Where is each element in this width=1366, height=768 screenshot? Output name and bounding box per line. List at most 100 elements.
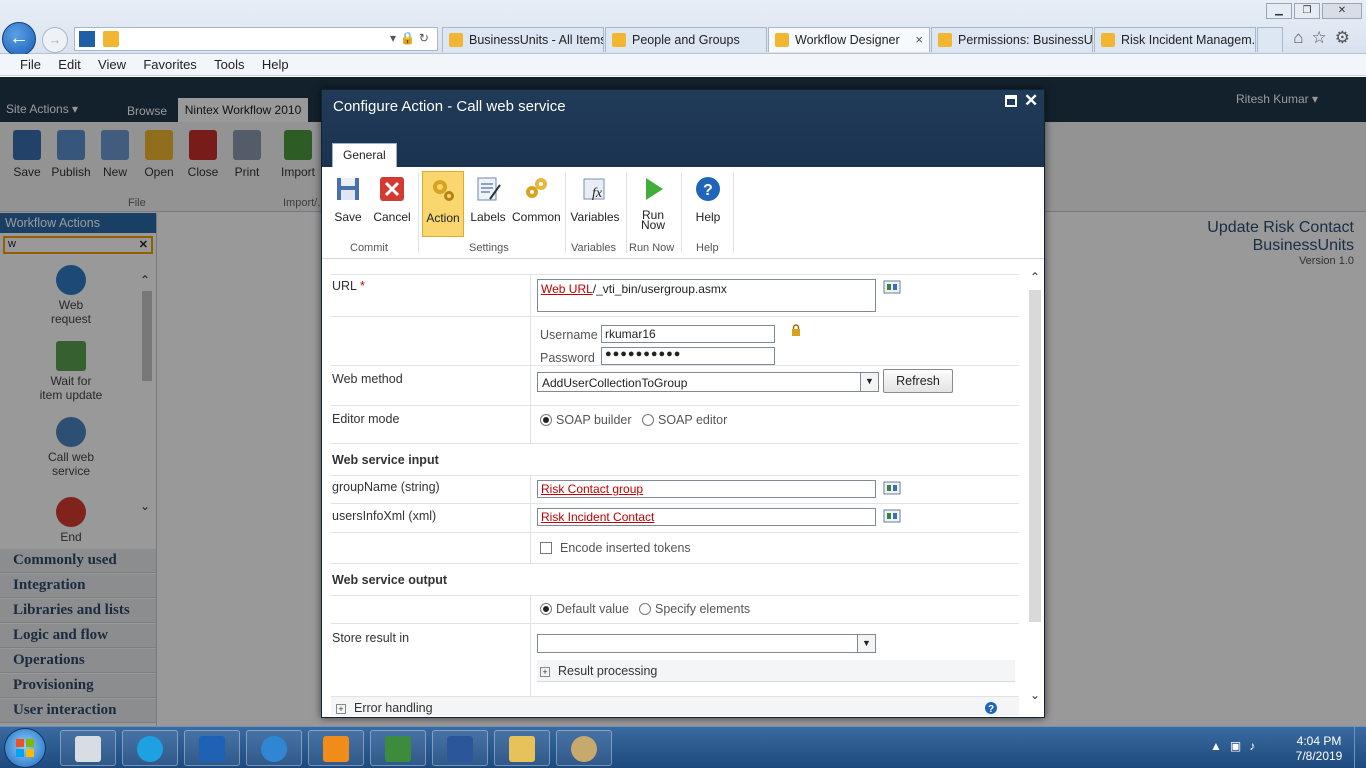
dialog-action-button[interactable]: Action [422, 171, 464, 237]
taskbar-paint[interactable] [556, 730, 612, 766]
scroll-down-icon[interactable]: ⌄ [1028, 688, 1042, 702]
volume-icon[interactable]: ♪ [1249, 739, 1263, 753]
browser-tab-people-and-groups[interactable]: People and Groups [605, 27, 767, 52]
expand-plus-icon[interactable]: + [540, 667, 550, 677]
skype-icon [137, 736, 163, 762]
address-bar[interactable]: ▾🔒↻ [74, 27, 438, 51]
window-close-icon[interactable]: ✕ [1322, 3, 1362, 19]
taskbar-explorer-window[interactable] [60, 730, 116, 766]
tab-close-icon[interactable]: × [915, 32, 923, 47]
store-result-select[interactable]: ▼ [537, 634, 876, 653]
web-service-output-heading: Web service output [332, 573, 448, 587]
radio-unselected-icon[interactable] [642, 414, 654, 426]
radio-selected-icon[interactable] [540, 603, 552, 615]
menu-favorites[interactable]: Favorites [143, 54, 196, 75]
tray-expand-icon[interactable]: ▲ [1210, 739, 1230, 753]
dialog-maximize-icon[interactable] [1005, 95, 1017, 107]
dialog-save-button[interactable]: Save [327, 171, 369, 237]
groupname-field[interactable]: Risk Contact group [537, 480, 876, 498]
new-tab-button[interactable] [1257, 27, 1283, 52]
maximize-icon[interactable]: ❐ [1294, 3, 1320, 19]
lock-icon[interactable] [791, 324, 801, 337]
refresh-button[interactable]: Refresh [883, 369, 953, 393]
project-icon [385, 736, 411, 762]
password-input[interactable]: ●●●●●●●●●● [601, 347, 775, 365]
browser-tab-risk-incident[interactable]: Risk Incident Managem... [1094, 27, 1256, 52]
ribbon-group-settings: Settings [469, 242, 509, 254]
address-bar-controls-icon[interactable]: ▾🔒↻ [390, 31, 433, 45]
param-groupname-label: groupName (string) [332, 480, 440, 494]
dialog-variables-button[interactable]: fx Variables [570, 171, 620, 237]
store-result-label: Store result in [332, 631, 410, 645]
insert-reference-icon[interactable] [883, 509, 901, 523]
browser-tab-workflow-designer[interactable]: Workflow Designer × [768, 27, 930, 52]
error-handling-row[interactable]: + Error handling ? [331, 696, 1019, 716]
browser-tab-permissions[interactable]: Permissions: BusinessU... [931, 27, 1093, 52]
favorites-star-icon[interactable]: ☆ [1312, 28, 1335, 47]
default-value-option[interactable]: Default value [540, 602, 629, 616]
network-icon[interactable]: ▣ [1230, 739, 1249, 753]
checkbox-unchecked-icon[interactable] [540, 542, 552, 554]
param-groupname-control: Risk Contact group [530, 476, 1019, 503]
menu-help[interactable]: Help [262, 54, 289, 75]
radio-unselected-icon[interactable] [639, 603, 651, 615]
chevron-down-icon[interactable]: ▼ [857, 635, 875, 652]
taskbar-internet-explorer[interactable] [246, 730, 302, 766]
window-app-icon [75, 736, 101, 762]
dialog-close-icon[interactable]: ✕ [1024, 91, 1038, 111]
taskbar-clock[interactable]: 4:04 PM 7/8/2019 [1292, 734, 1346, 764]
menu-view[interactable]: View [98, 54, 126, 75]
encode-tokens-option[interactable]: Encode inserted tokens [540, 541, 691, 555]
tab-label: BusinessUnits - All Items [469, 33, 604, 47]
start-button[interactable] [4, 728, 46, 768]
window-controls: ▁ ❐ ✕ [1264, 2, 1362, 19]
insert-reference-icon[interactable] [883, 481, 901, 495]
dialog-cancel-button[interactable]: Cancel [371, 171, 413, 237]
page-scroll-up-icon[interactable]: ⌃ [1349, 225, 1361, 242]
soap-builder-option[interactable]: SOAP builder [540, 413, 632, 427]
expand-plus-icon[interactable]: + [336, 704, 346, 714]
back-button[interactable]: ← [2, 22, 36, 56]
show-desktop-button[interactable] [1354, 727, 1366, 768]
browser-tab-businessunits[interactable]: BusinessUnits - All Items [442, 27, 604, 52]
tab-general[interactable]: General [332, 143, 397, 167]
menu-file[interactable]: File [20, 54, 41, 75]
settings-gear-icon[interactable]: ⚙ [1335, 28, 1358, 47]
web-method-select[interactable]: AddUserCollectionToGroup ▼ [537, 372, 879, 392]
result-processing-toggle[interactable]: + Result processing [537, 660, 1015, 682]
taskbar-project[interactable] [370, 730, 426, 766]
dialog-scroll-thumb[interactable] [1029, 290, 1041, 622]
taskbar-file-explorer[interactable] [494, 730, 550, 766]
dialog-run-now-button[interactable]: Run Now [632, 171, 674, 237]
specify-elements-option[interactable]: Specify elements [639, 602, 750, 616]
forward-button[interactable]: → [42, 27, 68, 53]
dialog-labels-button[interactable]: Labels [467, 171, 509, 237]
store-result-row: Store result in ▼ + Result processing [331, 623, 1019, 696]
help-icon[interactable]: ? [984, 701, 998, 715]
url-field[interactable]: Web URL/_vti_bin/usergroup.asmx [537, 279, 876, 312]
home-icon[interactable]: ⌂ [1293, 28, 1311, 47]
store-result-control: ▼ + Result processing [530, 624, 1019, 696]
chevron-down-icon[interactable]: ▼ [860, 373, 878, 391]
credentials-row: Username rkumar16 Password ●●●●●●●●●● [331, 316, 1019, 365]
dialog-common-button[interactable]: Common [512, 171, 561, 237]
error-handling-toggle[interactable]: + Error handling [336, 701, 433, 715]
url-token-web-url[interactable]: Web URL [541, 282, 593, 296]
taskbar-outlook[interactable] [184, 730, 240, 766]
menu-tools[interactable]: Tools [214, 54, 244, 75]
taskbar-word[interactable] [432, 730, 488, 766]
page-scroll-down-icon[interactable]: ⌄ [1349, 692, 1361, 709]
dialog-scrollbar[interactable]: ⌃ ⌄ [1028, 268, 1042, 706]
taskbar-skype[interactable] [122, 730, 178, 766]
soap-editor-option[interactable]: SOAP editor [642, 413, 727, 427]
usersinfoxml-field[interactable]: Risk Incident Contact [537, 508, 876, 526]
dialog-help-button[interactable]: ? Help [687, 171, 729, 237]
taskbar-snipping-tool[interactable] [308, 730, 364, 766]
tab-favicon-icon [938, 33, 952, 47]
menu-edit[interactable]: Edit [58, 54, 80, 75]
radio-selected-icon[interactable] [540, 414, 552, 426]
scroll-up-icon[interactable]: ⌃ [1028, 270, 1042, 284]
username-input[interactable]: rkumar16 [601, 325, 775, 343]
minimize-icon[interactable]: ▁ [1266, 3, 1292, 19]
insert-reference-icon[interactable] [883, 280, 901, 294]
